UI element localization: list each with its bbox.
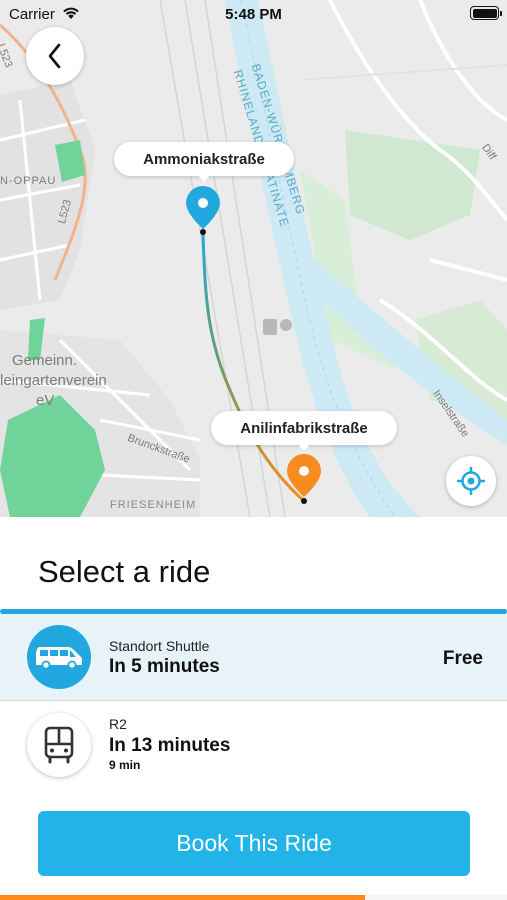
destination-callout: Anilinfabrikstraße bbox=[211, 411, 397, 451]
ride-name: R2 bbox=[109, 716, 127, 732]
district-label: FRIESENHEIM bbox=[110, 499, 197, 511]
bus-icon bbox=[44, 726, 74, 764]
book-ride-button[interactable]: Book This Ride bbox=[38, 811, 470, 876]
battery-icon bbox=[470, 6, 502, 20]
route-map[interactable]: L523 L523 N-OPPAU BADEN-WÜRTTEMBERG RHIN… bbox=[0, 0, 507, 517]
origin-callout: Ammoniakstraße bbox=[114, 142, 294, 182]
ride-price: Free bbox=[442, 648, 483, 669]
origin-pin-icon[interactable] bbox=[184, 184, 222, 230]
van-icon bbox=[36, 647, 82, 669]
bottom-progress-bar bbox=[0, 895, 507, 900]
back-button[interactable] bbox=[26, 27, 84, 85]
status-bar: Carrier 5:48 PM bbox=[0, 0, 507, 28]
ride-duration: 9 min bbox=[109, 758, 141, 772]
crosshair-icon bbox=[457, 467, 485, 495]
ride-name: Standort Shuttle bbox=[109, 638, 210, 654]
ride-icon-badge bbox=[27, 625, 91, 689]
chevron-left-icon bbox=[48, 43, 61, 69]
ride-option-shuttle[interactable]: Standort Shuttle In 5 minutes Free bbox=[0, 614, 507, 700]
ride-option-r2[interactable]: R2 In 13 minutes 9 min bbox=[0, 701, 507, 787]
ride-eta: In 5 minutes bbox=[109, 656, 220, 677]
locate-me-button[interactable] bbox=[446, 456, 496, 506]
status-time: 5:48 PM bbox=[225, 6, 282, 23]
destination-pin-icon[interactable] bbox=[285, 452, 323, 498]
ride-icon-badge bbox=[27, 713, 91, 777]
sheet-title: Select a ride bbox=[38, 554, 211, 589]
district-label: N-OPPAU bbox=[0, 175, 57, 187]
poi-label: Gemeinn. bbox=[12, 352, 78, 369]
bottom-progress-fill bbox=[0, 895, 366, 900]
poi-label: eV bbox=[36, 392, 55, 409]
ride-eta: In 13 minutes bbox=[109, 735, 231, 756]
poi-label: leingartenverein bbox=[0, 372, 107, 389]
